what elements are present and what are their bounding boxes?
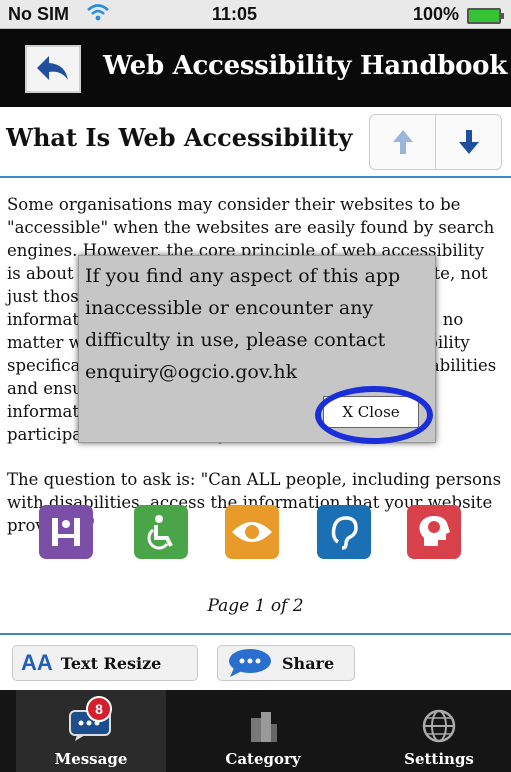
text-resize-label: Text Resize (60, 653, 162, 673)
page-indicator: Page 1 of 2 (207, 596, 304, 616)
status-bar: No SIM 11:05 100% (0, 0, 511, 29)
battery-percent: 100% (412, 4, 459, 24)
arrow-up-icon (392, 130, 413, 154)
next-page-button[interactable] (435, 115, 501, 169)
page-title: What Is Web Accessibility (6, 123, 353, 152)
back-button[interactable] (25, 45, 81, 93)
message-badge: 8 (86, 696, 112, 722)
dialog-message: If you find any aspect of this app inacc… (85, 265, 401, 383)
globe-settings-icon (422, 709, 456, 743)
text-resize-button[interactable]: AA Text Resize (12, 645, 198, 681)
share-button[interactable]: Share (217, 645, 355, 681)
page-nav (369, 114, 502, 170)
carrier-label: No SIM (8, 4, 69, 24)
bottom-divider (0, 633, 511, 635)
wheelchair-icon[interactable] (134, 505, 188, 559)
app-header: Web Accessibility Handbook (0, 29, 511, 107)
share-label: Share (282, 653, 335, 673)
highlight-ring (315, 386, 433, 444)
previous-page-button[interactable] (370, 115, 435, 169)
arrow-down-icon (458, 130, 479, 154)
eye-icon[interactable] (225, 505, 279, 559)
wifi-icon (87, 4, 109, 21)
ear-icon[interactable] (317, 505, 371, 559)
battery-icon (467, 8, 504, 24)
back-arrow-icon (37, 56, 68, 80)
share-chat-icon (229, 649, 271, 677)
top-divider (0, 176, 511, 178)
text-resize-icon: AA (21, 650, 53, 675)
tab-category[interactable]: Category (188, 690, 338, 772)
cognitive-desk-icon[interactable] (39, 505, 93, 559)
clock: 11:05 (212, 4, 258, 24)
tab-settings[interactable]: Settings (370, 690, 508, 772)
category-buildings-icon (251, 712, 277, 742)
head-brain-icon[interactable] (407, 505, 461, 559)
tab-message-label: Message (54, 750, 128, 768)
tab-message[interactable]: 8 Message (16, 690, 166, 772)
tab-settings-label: Settings (404, 750, 474, 768)
tab-bar: 8 Message Category Settings (0, 690, 511, 772)
tab-category-label: Category (225, 750, 301, 768)
category-icons (39, 505, 469, 563)
app-title: Web Accessibility Handbook (103, 51, 507, 81)
